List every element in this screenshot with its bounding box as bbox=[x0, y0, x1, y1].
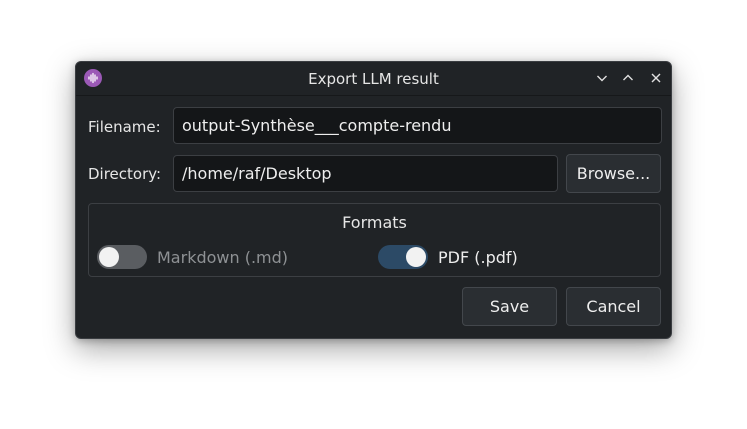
export-dialog: Export LLM result Filename: output-Synth… bbox=[75, 61, 672, 339]
save-button[interactable]: Save bbox=[462, 287, 557, 326]
filename-label: Filename: bbox=[88, 118, 161, 136]
toggle-knob bbox=[99, 247, 119, 267]
directory-input[interactable]: /home/raf/Desktop bbox=[173, 155, 558, 192]
filename-input[interactable]: output-Synthèse___compte-rendu bbox=[173, 107, 662, 144]
formats-title: Formats bbox=[342, 213, 407, 232]
chevron-down-icon bbox=[597, 75, 607, 82]
browse-button[interactable]: Browse... bbox=[566, 154, 661, 193]
directory-label: Directory: bbox=[88, 165, 162, 183]
minimize-button[interactable] bbox=[593, 69, 611, 87]
close-icon bbox=[651, 73, 661, 83]
formats-group: Formats Markdown (.md) PDF (.pdf) bbox=[88, 203, 661, 277]
pdf-toggle[interactable] bbox=[378, 245, 428, 269]
chevron-up-icon bbox=[623, 74, 633, 81]
markdown-toggle-label[interactable]: Markdown (.md) bbox=[157, 248, 288, 267]
title-bar[interactable]: Export LLM result bbox=[76, 62, 671, 96]
desktop-background: Export LLM result Filename: output-Synth… bbox=[0, 0, 747, 429]
close-button[interactable] bbox=[647, 69, 665, 87]
pdf-toggle-label[interactable]: PDF (.pdf) bbox=[438, 248, 518, 267]
cancel-button[interactable]: Cancel bbox=[566, 287, 661, 326]
toggle-knob bbox=[406, 247, 426, 267]
window-title: Export LLM result bbox=[308, 70, 439, 88]
markdown-toggle[interactable] bbox=[97, 245, 147, 269]
maximize-button[interactable] bbox=[619, 69, 637, 87]
